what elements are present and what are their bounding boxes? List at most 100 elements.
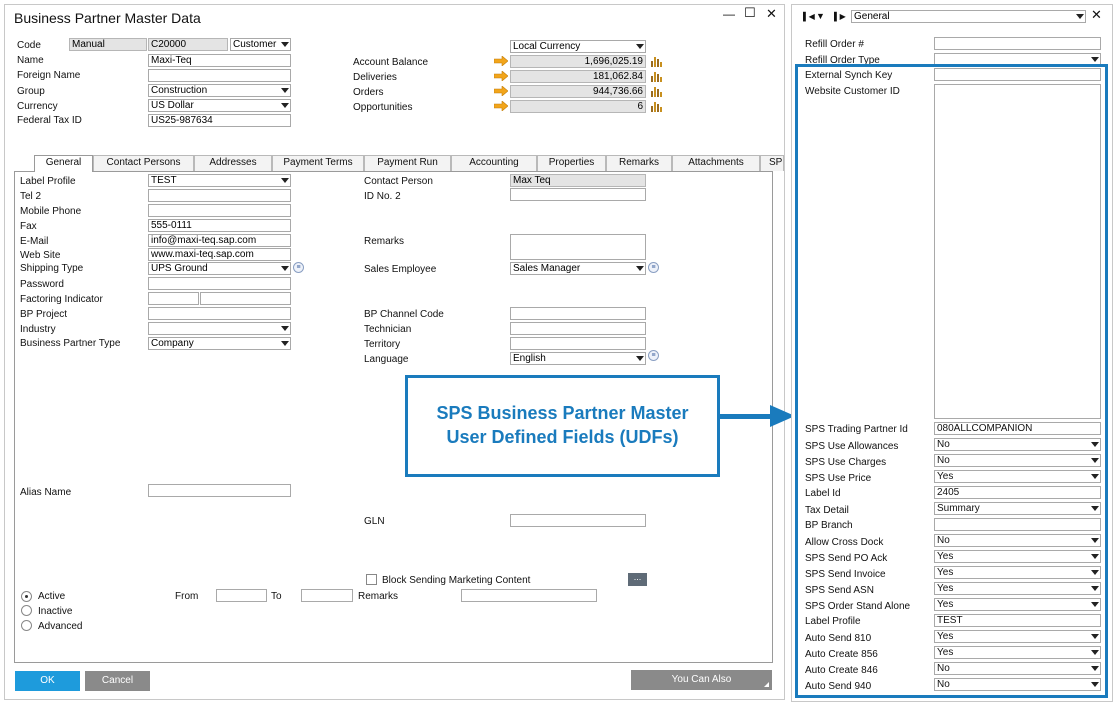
window-title: Business Partner Master Data — [14, 10, 201, 26]
deliveries-label: Deliveries — [353, 72, 397, 83]
factoring-indicator-field[interactable] — [148, 292, 199, 305]
factoring-indicator-field-2[interactable] — [200, 292, 291, 305]
label-profile-label: Label Profile — [20, 176, 76, 187]
code-type-value: Customer — [233, 39, 277, 50]
udf-nav-first-icon[interactable]: ▌◀ — [803, 11, 815, 22]
industry-select[interactable] — [148, 322, 291, 335]
territory-field[interactable] — [510, 337, 646, 350]
federal-tax-id-field[interactable]: US25-987634 — [148, 114, 291, 127]
tab-accounting[interactable]: Accounting — [451, 155, 537, 171]
link-arrow-icon[interactable] — [494, 86, 508, 96]
block-marketing-label: Block Sending Marketing Content — [382, 575, 531, 586]
tab-payment-terms[interactable]: Payment Terms — [272, 155, 364, 171]
callout-arrow-icon — [720, 405, 795, 427]
bp-type-label: Business Partner Type — [20, 338, 121, 349]
link-arrow-icon[interactable] — [494, 101, 508, 111]
tab-properties[interactable]: Properties — [537, 155, 606, 171]
inactive-label: Inactive — [38, 606, 73, 617]
udf-label-refill-order: Refill Order # — [805, 39, 864, 50]
currency-display-select[interactable]: Local Currency — [510, 40, 646, 53]
shipping-type-select[interactable]: UPS Ground — [148, 262, 291, 275]
tab-payment-run[interactable]: Payment Run — [364, 155, 451, 171]
name-label: Name — [17, 55, 44, 66]
list-details-icon[interactable]: ≡ — [648, 262, 659, 273]
to-field[interactable] — [301, 589, 353, 602]
sales-employee-select[interactable]: Sales Manager — [510, 262, 646, 275]
list-details-icon[interactable]: ≡ — [648, 350, 659, 361]
currency-select[interactable]: US Dollar — [148, 99, 291, 112]
chevron-down-icon — [281, 341, 289, 346]
id-no2-field[interactable] — [510, 188, 646, 201]
cancel-button[interactable]: Cancel — [85, 671, 150, 691]
account-balance-label: Account Balance — [353, 57, 429, 68]
tab-attachments[interactable]: Attachments — [672, 155, 760, 171]
password-field[interactable] — [148, 277, 291, 290]
udf-category-select[interactable]: General — [851, 10, 1086, 23]
active-label: Active — [38, 591, 66, 602]
remarks-field[interactable] — [510, 234, 646, 260]
tab-sp[interactable]: SP — [760, 155, 784, 171]
udf-nav-prev-icon[interactable]: ▼ — [816, 11, 830, 22]
chevron-down-icon — [1076, 14, 1084, 19]
tab-addresses[interactable]: Addresses — [194, 155, 272, 171]
udf-close-button[interactable]: ✕ — [1091, 8, 1102, 21]
foreign-name-field[interactable] — [148, 69, 291, 82]
remarks-label: Remarks — [364, 236, 405, 247]
factoring-indicator-label: Factoring Indicator — [20, 294, 103, 305]
active-radio[interactable] — [21, 591, 32, 602]
bar-chart-icon[interactable] — [650, 85, 662, 97]
bar-chart-icon[interactable] — [650, 55, 662, 67]
email-field[interactable]: info@maxi-teq.sap.com — [148, 234, 291, 247]
tab-contact-persons[interactable]: Contact Persons — [93, 155, 194, 171]
ok-button[interactable]: OK — [15, 671, 80, 691]
from-field[interactable] — [216, 589, 267, 602]
alias-name-field[interactable] — [148, 484, 291, 497]
list-details-icon[interactable]: ≡ — [293, 262, 304, 273]
udf-nav-next-icon[interactable]: ▌▶ — [834, 11, 848, 22]
bp-type-select[interactable]: Company — [148, 337, 291, 350]
chevron-down-icon — [1091, 57, 1099, 62]
website-label: Web Site — [20, 250, 61, 261]
bp-project-field[interactable] — [148, 307, 291, 320]
udf-field-refill-order[interactable] — [934, 37, 1101, 50]
close-button[interactable]: ✕ — [766, 7, 777, 20]
tab-remarks[interactable]: Remarks — [606, 155, 672, 171]
language-select[interactable]: English — [510, 352, 646, 365]
code-type-select[interactable]: Customer — [230, 38, 291, 51]
more-options-button[interactable]: ... — [628, 573, 647, 586]
maximize-button[interactable]: ☐ — [744, 6, 756, 19]
mobile-phone-field[interactable] — [148, 204, 291, 217]
tab-general[interactable]: General — [34, 155, 93, 172]
advanced-radio[interactable] — [21, 620, 32, 631]
fax-field[interactable]: 555-0111 — [148, 219, 291, 232]
tel2-field[interactable] — [148, 189, 291, 202]
chevron-down-icon — [281, 178, 289, 183]
label-profile-select[interactable]: TEST — [148, 174, 291, 187]
website-field[interactable]: www.maxi-teq.sap.com — [148, 248, 291, 261]
name-field[interactable]: Maxi-Teq — [148, 54, 291, 67]
minimize-button[interactable]: — — [723, 8, 735, 20]
contact-person-label: Contact Person — [364, 176, 433, 187]
password-label: Password — [20, 279, 64, 290]
contact-person-field[interactable]: Max Teq — [510, 174, 646, 187]
inactive-radio[interactable] — [21, 605, 32, 616]
link-arrow-icon[interactable] — [494, 71, 508, 81]
bar-chart-icon[interactable] — [650, 100, 662, 112]
bar-chart-icon[interactable] — [650, 70, 662, 82]
gln-field[interactable] — [510, 514, 646, 527]
code-field[interactable]: C20000 — [148, 38, 228, 51]
link-arrow-icon[interactable] — [494, 56, 508, 66]
technician-field[interactable] — [510, 322, 646, 335]
block-marketing-checkbox[interactable] — [366, 574, 377, 585]
status-remarks-field[interactable] — [461, 589, 597, 602]
you-can-also-label: You Can Also — [671, 674, 732, 685]
group-select[interactable]: Construction — [148, 84, 291, 97]
shipping-type-label: Shipping Type — [20, 263, 84, 274]
bp-channel-code-field[interactable] — [510, 307, 646, 320]
you-can-also-button[interactable]: You Can Also — [631, 670, 772, 690]
chevron-down-icon — [636, 266, 644, 271]
opportunities-field: 6 — [510, 100, 646, 113]
code-series-field[interactable]: Manual — [69, 38, 147, 51]
group-value: Construction — [151, 85, 208, 96]
tel2-label: Tel 2 — [20, 191, 42, 202]
